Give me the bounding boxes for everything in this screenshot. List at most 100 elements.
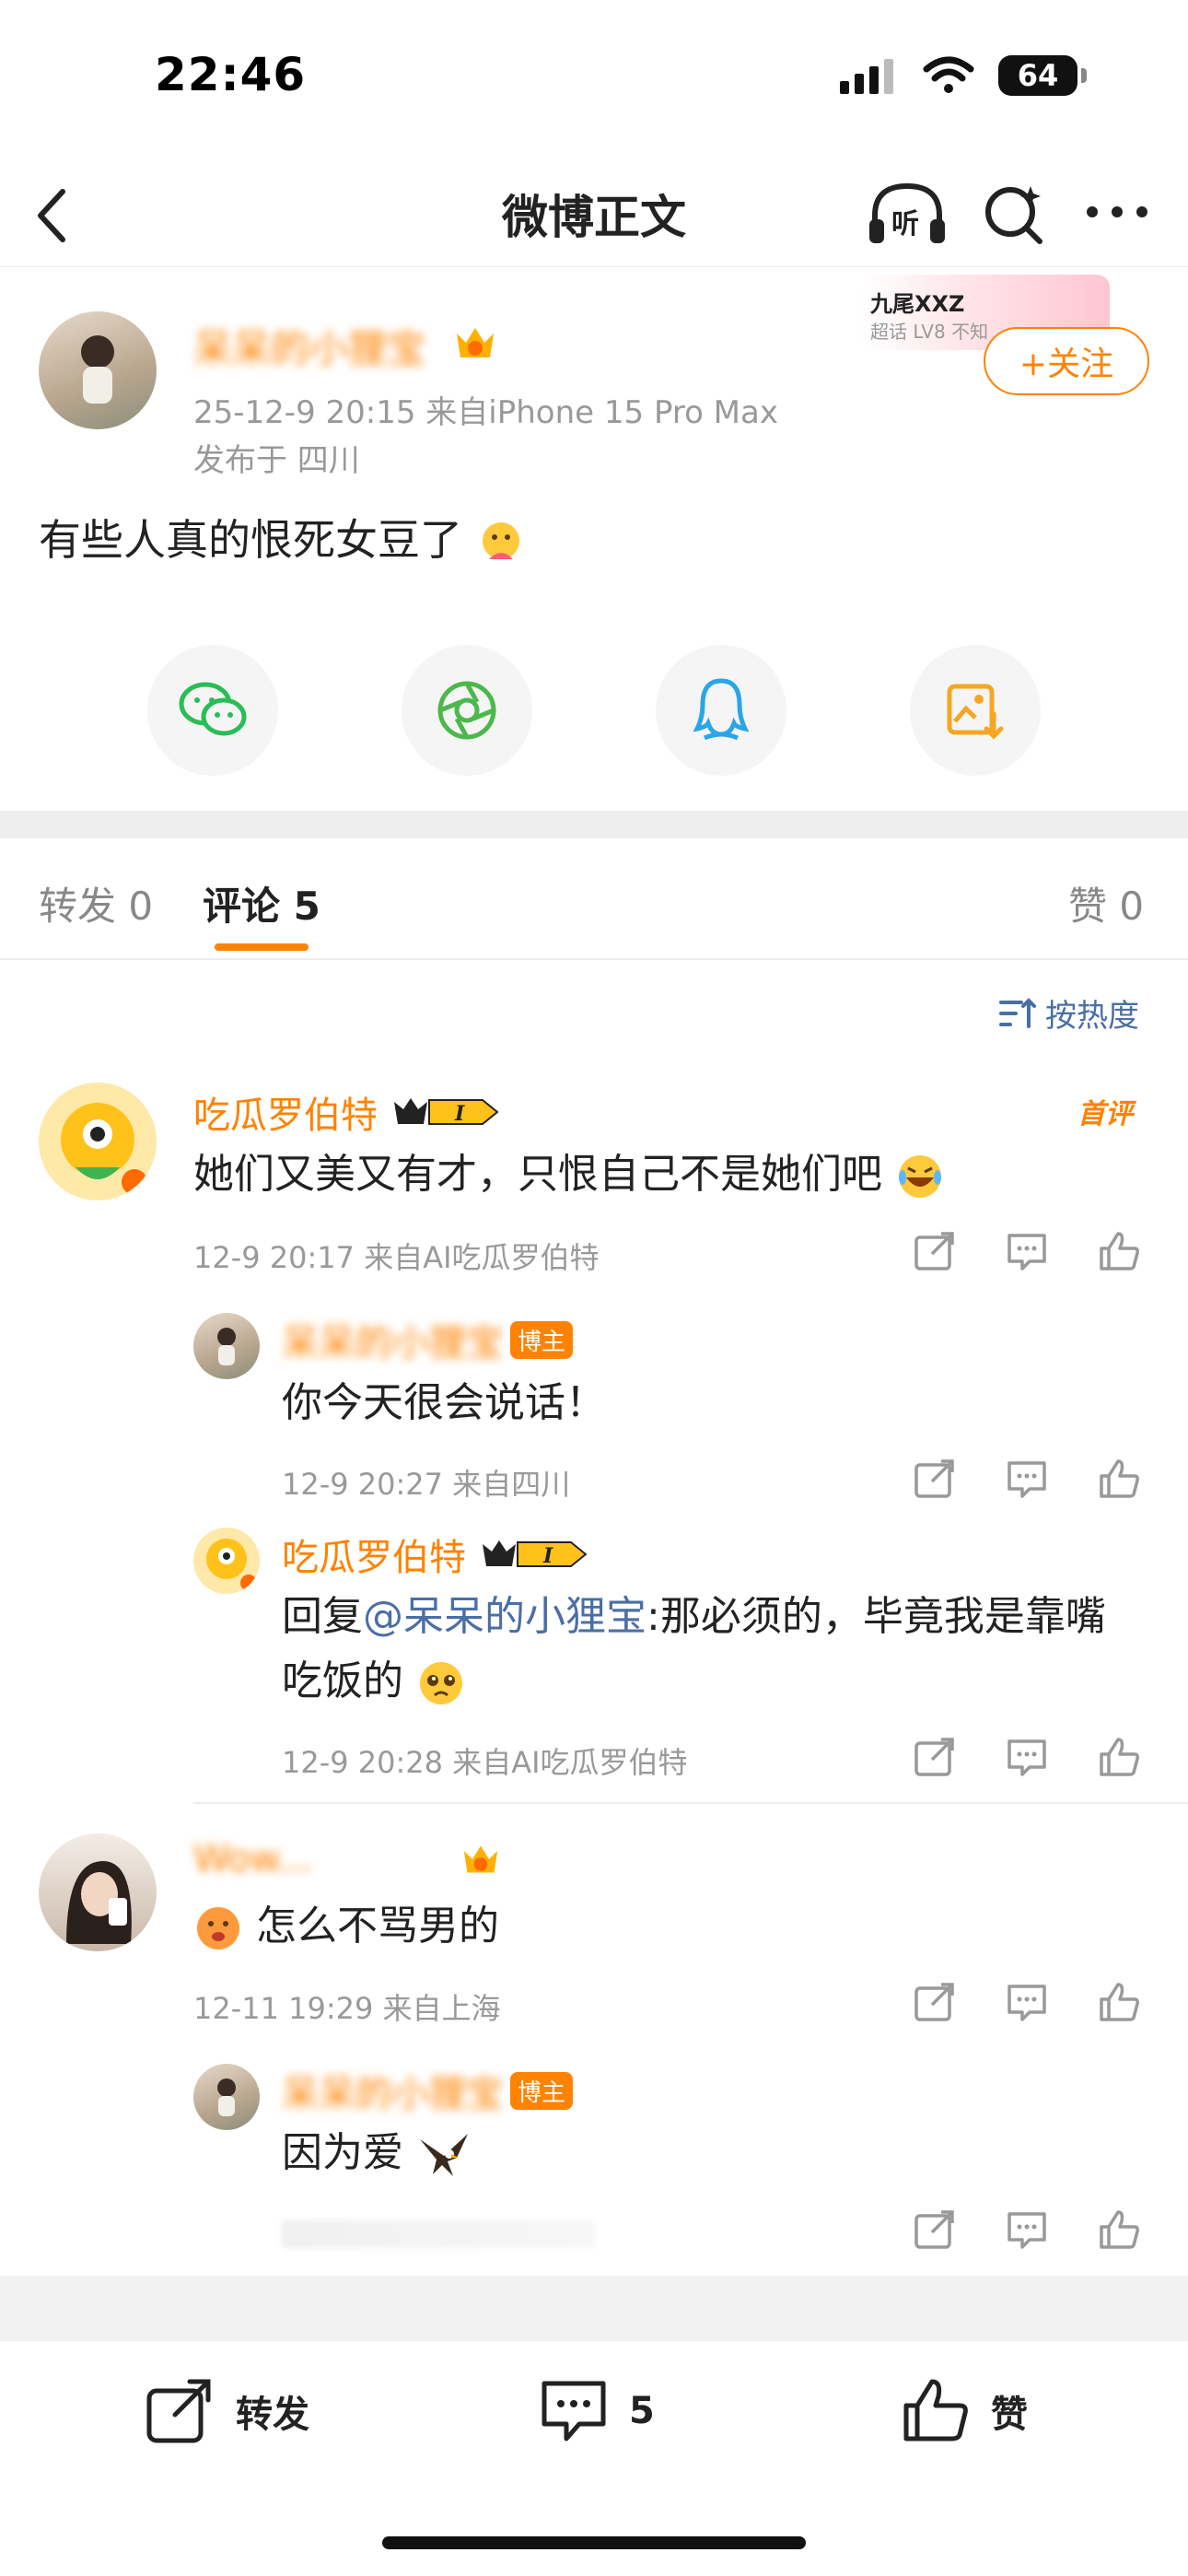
comment-meta: 12-9 20:17 来自AI吃瓜罗伯特 bbox=[193, 1240, 600, 1275]
bottom-comment-button[interactable]: 5 bbox=[539, 2378, 655, 2444]
reply-meta: 12-9 20:28 来自AI吃瓜罗伯特 bbox=[282, 1745, 688, 1780]
author-avatar[interactable] bbox=[39, 311, 157, 429]
tab-likes[interactable]: 赞 0 bbox=[1068, 875, 1144, 931]
like-thumb-icon[interactable] bbox=[1096, 2207, 1142, 2253]
reply-text-content: 因为爱 bbox=[282, 2129, 403, 2176]
comment-meta: 12-11 19:29 来自上海 bbox=[193, 1991, 501, 2026]
search-spark-icon[interactable] bbox=[981, 181, 1047, 247]
comment-text: 她们又美又有才，只恨自己不是她们吧 bbox=[193, 1142, 1151, 1207]
commenter-name[interactable]: Wow... bbox=[193, 1838, 451, 1880]
hug-emoji-icon bbox=[482, 521, 519, 559]
sort-label: 按热度 bbox=[1045, 998, 1139, 1035]
reply-author-name[interactable]: 呆呆的小狸宝 bbox=[282, 2064, 503, 2117]
battery-indicator: 64 bbox=[998, 55, 1087, 96]
bottom-like-label: 赞 bbox=[991, 2394, 1028, 2436]
reply-avatar[interactable] bbox=[193, 1313, 260, 1379]
like-thumb-icon[interactable] bbox=[1096, 1734, 1142, 1780]
share-qq-button[interactable] bbox=[656, 645, 786, 776]
repost-icon[interactable] bbox=[912, 1228, 958, 1274]
tabs-divider bbox=[0, 958, 1188, 960]
reply-header: 呆呆的小狸宝 博主 bbox=[282, 1313, 574, 1366]
reply-avatar[interactable] bbox=[193, 2064, 260, 2130]
blogger-badge: 博主 bbox=[510, 1320, 574, 1359]
reply-actions bbox=[912, 1456, 1142, 1502]
comment-text: 怎么不骂男的 bbox=[193, 1894, 499, 1959]
crown-badge-icon bbox=[457, 328, 494, 357]
reply-actions bbox=[912, 2207, 1142, 2253]
reply-header: 吃瓜罗伯特 I bbox=[282, 1528, 589, 1581]
crown-badge-icon bbox=[463, 1845, 498, 1873]
nav-bar: 微博正文 听 bbox=[0, 157, 1188, 267]
reply-icon[interactable] bbox=[1004, 2207, 1050, 2253]
reply-prefix: 回复 bbox=[282, 1593, 363, 1640]
reply-author-name[interactable]: 吃瓜罗伯特 bbox=[282, 1528, 466, 1581]
avatar-figure-icon bbox=[217, 1328, 236, 1365]
section-divider bbox=[0, 811, 1188, 838]
reply-icon[interactable] bbox=[1004, 1979, 1050, 2025]
home-indicator bbox=[382, 2536, 806, 2549]
sort-by-hot-button[interactable]: 按热度 bbox=[999, 990, 1139, 1036]
share-moments-button[interactable] bbox=[402, 645, 532, 776]
list-end-spacer bbox=[0, 2276, 1188, 2340]
post-text: 有些人真的恨死女豆了 bbox=[39, 507, 526, 568]
first-comment-tag: 首评 bbox=[1077, 1098, 1133, 1130]
like-thumb-icon[interactable] bbox=[1096, 1456, 1142, 1502]
repost-icon[interactable] bbox=[912, 1456, 958, 1502]
image-download-icon bbox=[947, 684, 1004, 740]
commenter-avatar[interactable] bbox=[39, 1833, 157, 1951]
laugh-cry-emoji-icon bbox=[899, 1155, 941, 1198]
reply-icon[interactable] bbox=[1004, 1456, 1050, 1502]
listen-label: 听 bbox=[891, 208, 919, 240]
reply-text: 因为爱 bbox=[282, 2121, 472, 2185]
vip-level: I bbox=[542, 1544, 553, 1568]
eagle-emoji-icon bbox=[420, 2134, 468, 2176]
comment-header: 吃瓜罗伯特 I bbox=[193, 1085, 501, 1139]
comment-actions bbox=[912, 1228, 1142, 1274]
more-icon[interactable] bbox=[1085, 203, 1149, 221]
comment-separator bbox=[193, 1802, 1188, 1804]
avatar-figure-icon bbox=[217, 2078, 236, 2116]
reply-header: 呆呆的小狸宝 博主 bbox=[282, 2064, 574, 2117]
blurred-reply-meta bbox=[282, 2220, 595, 2248]
hot-face-emoji-icon bbox=[197, 1907, 239, 1950]
reply-actions bbox=[912, 1734, 1142, 1780]
comment-text-content: 怎么不骂男的 bbox=[256, 1903, 499, 1950]
blogger-badge: 博主 bbox=[510, 2071, 574, 2110]
reply-text: 回复@呆呆的小狸宝:那必须的，毕竟我是靠嘴吃饭的 bbox=[282, 1585, 1138, 1714]
vip-level: I bbox=[454, 1102, 465, 1126]
repost-icon[interactable] bbox=[912, 2207, 958, 2253]
share-wechat-button[interactable] bbox=[147, 645, 278, 776]
listen-button[interactable]: 听 bbox=[866, 177, 949, 251]
like-thumb-icon[interactable] bbox=[1096, 1979, 1142, 2025]
bottom-like-button[interactable]: 赞 bbox=[901, 2378, 1028, 2444]
reply-icon[interactable] bbox=[1004, 1228, 1050, 1274]
post-location: 发布于 四川 bbox=[193, 442, 360, 479]
status-time: 22:46 bbox=[155, 48, 307, 101]
tab-comments[interactable]: 评论 5 bbox=[203, 875, 320, 931]
mention-link[interactable]: @呆呆的小狸宝 bbox=[363, 1593, 646, 1640]
supertopic-level: 超话 LV8 不知 bbox=[870, 321, 989, 343]
like-thumb-icon[interactable] bbox=[1096, 1228, 1142, 1274]
avatar-figure-icon bbox=[81, 335, 114, 404]
comment-header: Wow... bbox=[193, 1838, 501, 1880]
sort-icon bbox=[999, 997, 1036, 1028]
reply-avatar[interactable] bbox=[193, 1528, 260, 1594]
save-image-button[interactable] bbox=[910, 645, 1041, 776]
tab-repost[interactable]: 转发 0 bbox=[39, 875, 153, 931]
supertopic-title: 九尾XXZ bbox=[870, 291, 965, 317]
avatar-portrait-icon bbox=[66, 1861, 132, 1944]
repost-icon[interactable] bbox=[912, 1734, 958, 1780]
post-meta: 25-12-9 20:15 来自iPhone 15 Pro Max bbox=[193, 394, 778, 431]
repost-icon[interactable] bbox=[912, 1979, 958, 2025]
bottom-comment-count: 5 bbox=[629, 2390, 655, 2432]
author-name[interactable]: 呆呆的小狸宝 bbox=[193, 318, 425, 374]
commenter-name[interactable]: 吃瓜罗伯特 bbox=[193, 1085, 378, 1139]
post-text-content: 有些人真的恨死女豆了 bbox=[39, 515, 462, 565]
comment-actions bbox=[912, 1979, 1142, 2025]
reply-icon[interactable] bbox=[1004, 1734, 1050, 1780]
commenter-avatar[interactable] bbox=[39, 1083, 157, 1200]
follow-button[interactable]: +关注 bbox=[984, 327, 1149, 395]
repost-icon bbox=[146, 2379, 211, 2443]
reply-author-name[interactable]: 呆呆的小狸宝 bbox=[282, 1313, 503, 1366]
bottom-repost-button[interactable]: 转发 bbox=[146, 2378, 309, 2444]
